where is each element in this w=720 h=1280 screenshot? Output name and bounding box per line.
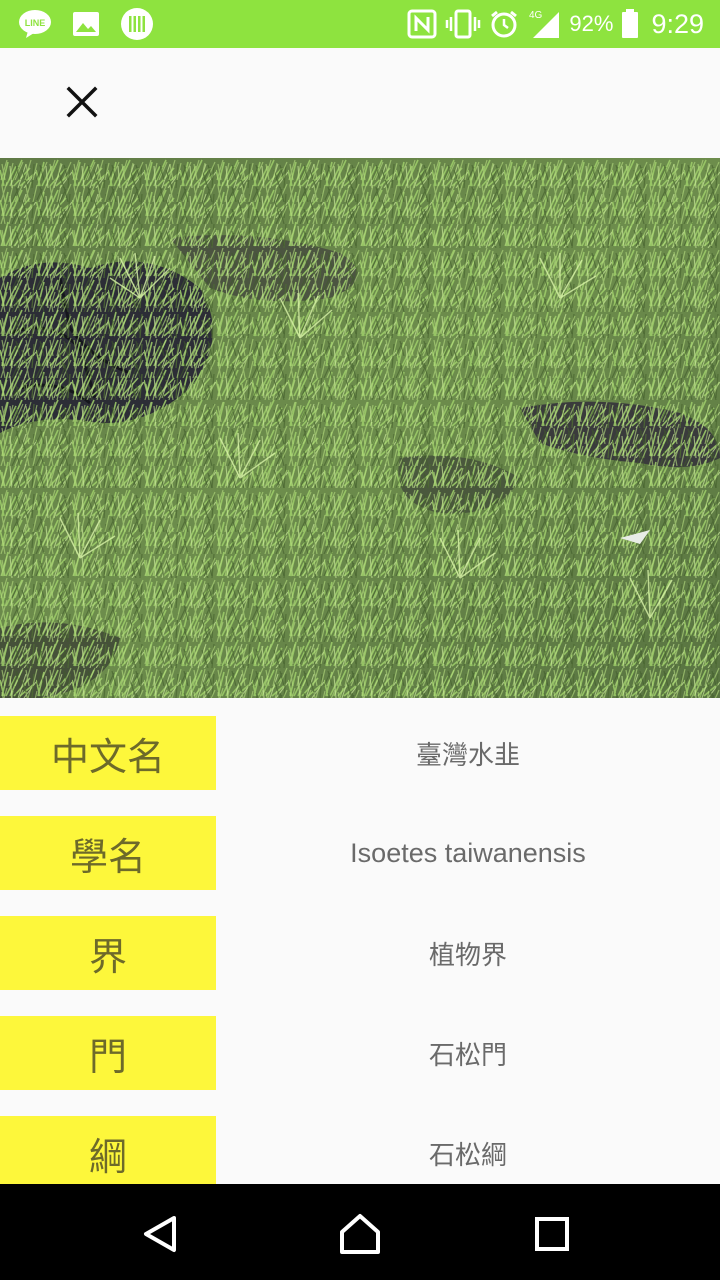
network-type-label: 4G — [529, 10, 543, 21]
status-bar: LINE 4G 92% 9:29 — [0, 0, 720, 48]
row-label: 學名 — [0, 816, 216, 890]
battery-percent: 92% — [569, 11, 614, 36]
grass-field-photo — [0, 158, 720, 698]
top-toolbar — [0, 48, 720, 158]
close-button[interactable] — [52, 72, 112, 132]
signal-4g-icon: 4G — [527, 8, 561, 40]
battery-icon — [621, 9, 639, 39]
screen: LINE 4G 92% 9:29 中文名 臺灣水韭 學名 Isoetes tai… — [0, 0, 720, 1280]
back-icon — [144, 1216, 176, 1252]
info-row-kingdom: 界 植物界 — [0, 916, 720, 990]
info-row-phylum: 門 石松門 — [0, 1016, 720, 1090]
status-right-icons: 4G 92% 9:29 — [407, 8, 720, 40]
home-button[interactable] — [332, 1206, 388, 1262]
home-icon — [340, 1214, 380, 1254]
info-row-chinese-name: 中文名 臺灣水韭 — [0, 716, 720, 790]
clock: 9:29 — [651, 8, 704, 39]
row-label: 綱 — [0, 1116, 216, 1184]
row-label: 界 — [0, 916, 216, 990]
recents-button[interactable] — [524, 1206, 580, 1262]
barcode-icon — [120, 7, 154, 41]
gallery-icon — [72, 11, 100, 37]
row-value: 石松門 — [428, 1040, 507, 1071]
info-row-scientific-name: 學名 Isoetes taiwanensis — [0, 816, 720, 890]
info-row-class: 綱 石松綱 — [0, 1116, 720, 1184]
line-app-icon: LINE — [18, 9, 52, 39]
back-button[interactable] — [132, 1206, 188, 1262]
status-left-icons: LINE — [0, 7, 154, 41]
vibrate-icon — [445, 9, 481, 39]
navigation-bar — [0, 1184, 720, 1280]
row-label: 中文名 — [0, 716, 216, 790]
row-value: 植物界 — [428, 940, 507, 971]
recents-icon — [535, 1217, 569, 1251]
row-value: 石松綱 — [428, 1140, 507, 1171]
row-value: Isoetes taiwanensis — [350, 837, 586, 868]
close-icon — [66, 86, 98, 118]
svg-text:LINE: LINE — [25, 18, 46, 28]
row-value: 臺灣水韭 — [415, 740, 520, 771]
species-info-list: 中文名 臺灣水韭 學名 Isoetes taiwanensis 界 植物界 門 … — [0, 698, 720, 1184]
alarm-icon — [489, 9, 519, 39]
row-label: 門 — [0, 1016, 216, 1090]
nfc-icon — [407, 9, 437, 39]
